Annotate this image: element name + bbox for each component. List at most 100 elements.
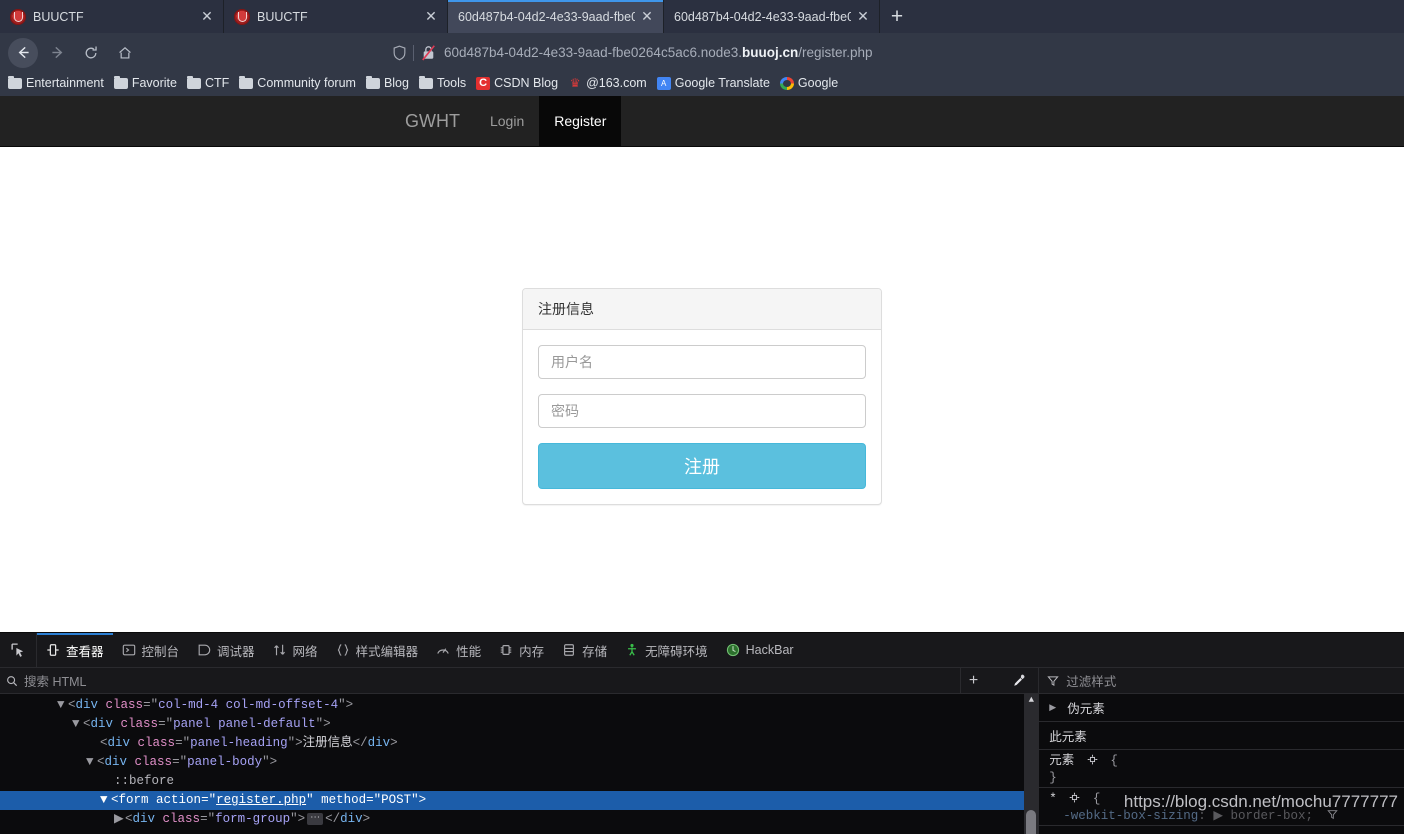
twisty-open-icon[interactable]: ▼ [57, 696, 68, 715]
twisty-closed-icon[interactable]: ▶ [114, 810, 125, 829]
twisty-open-icon[interactable]: ▼ [100, 791, 111, 810]
home-button[interactable] [110, 38, 140, 68]
tab-close-icon[interactable]: ✕ [855, 8, 871, 25]
bookmark-item[interactable]: Google [779, 76, 839, 90]
tab-title: BUUCTF [33, 9, 84, 24]
html-search-bar[interactable]: 搜索 HTML + [0, 668, 1039, 694]
css-value[interactable]: border-box; [1230, 809, 1313, 823]
devtools-tab-debugger[interactable]: 调试器 [188, 633, 264, 667]
dom-row-selected[interactable]: ▼ <form action="register.php" method="POS… [0, 791, 1039, 810]
dom-row-pseudo[interactable]: ::before [0, 772, 1038, 791]
forward-button[interactable] [42, 38, 72, 68]
devtools-tab-hackbar[interactable]: HackBar [717, 633, 803, 667]
devtools-tab-inspector[interactable]: 查看器 [37, 633, 113, 667]
add-node-button[interactable]: + [959, 668, 986, 693]
styles-filter-placeholder: 过滤样式 [1066, 675, 1117, 689]
bookmark-label: Google [797, 76, 839, 90]
style-editor-icon [337, 644, 348, 656]
bookmark-label: @163.com [586, 76, 647, 90]
dom-value: panel-heading [190, 736, 288, 750]
browser-tab[interactable]: BUUCTF ✕ [224, 0, 448, 33]
styles-pane: 过滤样式 ▶ 伪元素 此元素 元素 {} * { -webkit-box-siz… [1038, 668, 1404, 834]
this-element-row: 此元素 [1039, 722, 1404, 750]
tab-close-icon[interactable]: ✕ [199, 8, 215, 25]
folder-icon [8, 75, 22, 89]
site-brand[interactable]: GWHT [390, 96, 475, 146]
dom-row[interactable]: <div class="panel-heading">注册信息</div> [0, 734, 1038, 753]
lock-crossed-icon[interactable] [421, 44, 436, 61]
bookmark-item[interactable]: Entertainment [8, 75, 104, 90]
bookmark-label: CSDN Blog [494, 76, 559, 90]
bookmark-item[interactable]: A Google Translate [656, 76, 770, 90]
dom-value: col-md-4 col-md-offset-4 [158, 698, 339, 712]
bookmark-item[interactable]: C CSDN Blog [476, 76, 558, 90]
browser-navigation-bar: 60d487b4-04d2-4e33-9aad-fbe0264c5ac6.nod… [0, 33, 1404, 72]
buuctf-favicon-icon [10, 8, 26, 25]
dom-tag: div [132, 812, 156, 826]
back-button[interactable] [8, 37, 38, 68]
bookmark-item[interactable]: ♛ @163.com [568, 76, 647, 90]
scrollbar-thumb[interactable] [1026, 810, 1037, 834]
browser-tab-active[interactable]: 60d487b4-04d2-4e33-9aad-fbe0 ✕ [448, 0, 664, 33]
collapsed-children-icon[interactable]: ⋯ [307, 813, 324, 825]
dom-tree-scrollbar[interactable]: ▲ [1024, 694, 1039, 834]
network-icon [273, 644, 285, 656]
nav-link-register[interactable]: Register [539, 96, 622, 146]
universal-rule[interactable]: * { -webkit-box-sizing: ▶ border-box; [1039, 788, 1404, 826]
bookmark-item[interactable]: Favorite [113, 75, 177, 90]
dom-value[interactable]: register.php [216, 793, 306, 807]
element-picker-icon[interactable] [0, 633, 37, 667]
styles-filter-bar[interactable]: 过滤样式 [1039, 668, 1404, 694]
reload-button[interactable] [76, 38, 106, 68]
devtools-tab-memory[interactable]: 内存 [490, 633, 553, 667]
bookmark-label: Entertainment [26, 76, 104, 90]
hackbar-icon [726, 643, 739, 657]
password-input[interactable] [538, 394, 866, 428]
arrow-right-icon [51, 46, 62, 59]
folder-icon [418, 75, 433, 89]
browser-tab[interactable]: BUUCTF ✕ [0, 0, 224, 33]
funnel-icon[interactable] [1326, 809, 1338, 820]
browser-tab[interactable]: 60d487b4-04d2-4e33-9aad-fbe0 ✕ [664, 0, 880, 33]
performance-icon [437, 648, 449, 654]
eyedropper-icon[interactable] [1012, 668, 1026, 693]
devtools-tab-storage[interactable]: 存储 [553, 633, 616, 667]
devtools-tab-performance[interactable]: 性能 [427, 633, 490, 667]
register-submit-button[interactable]: 注册 [538, 443, 866, 489]
element-rule[interactable]: 元素 {} [1039, 750, 1404, 788]
dom-row[interactable]: ▼ <div class="col-md-4 col-md-offset-4"> [0, 696, 1038, 715]
twisty-open-icon[interactable]: ▼ [72, 715, 83, 734]
page-content: 注册信息 注册 [0, 147, 1404, 505]
dom-row[interactable]: ▼ <div class="panel panel-default"> [0, 715, 1038, 734]
dom-pseudo-text: ::before [114, 774, 175, 788]
dom-attr: action [156, 793, 202, 807]
dom-value-2: POST [381, 793, 412, 807]
address-bar[interactable]: 60d487b4-04d2-4e33-9aad-fbe0264c5ac6.nod… [152, 39, 1390, 66]
devtools-tab-style-editor[interactable]: 样式编辑器 [327, 633, 428, 667]
devtools-tab-console[interactable]: 控制台 [113, 633, 189, 667]
bookmark-item[interactable]: Community forum [239, 75, 356, 90]
devtools-tab-network[interactable]: 网络 [264, 633, 327, 667]
bookmark-label: Google Translate [674, 76, 770, 90]
dom-attr: class [162, 812, 201, 826]
tab-title: 60d487b4-04d2-4e33-9aad-fbe0 [458, 9, 635, 24]
pseudo-elements-row[interactable]: ▶ 伪元素 [1039, 694, 1404, 722]
bookmark-item[interactable]: Blog [365, 75, 409, 90]
shield-icon[interactable] [392, 45, 407, 61]
dom-row[interactable]: ▼ <div class="panel-body"> [0, 753, 1038, 772]
arrow-left-icon [18, 46, 29, 59]
tab-close-icon[interactable]: ✕ [423, 8, 439, 25]
new-tab-button[interactable]: + [880, 0, 914, 33]
css-property[interactable]: -webkit-box-sizing [1063, 809, 1198, 823]
username-input[interactable] [538, 345, 866, 379]
dom-row[interactable]: ▶<div class="form-group"> ⋯ </div> [0, 810, 1038, 829]
devtools-tab-accessibility[interactable]: 无障碍环境 [616, 633, 717, 667]
twisty-open-icon[interactable]: ▼ [86, 753, 97, 772]
twisty-closed-icon[interactable]: ▶ [1049, 702, 1060, 713]
nav-link-login[interactable]: Login [475, 96, 539, 146]
bookmark-item[interactable]: Tools [418, 75, 466, 90]
scroll-up-icon[interactable]: ▲ [1024, 694, 1038, 707]
tab-close-icon[interactable]: ✕ [639, 8, 655, 25]
bookmark-item[interactable]: CTF [186, 75, 229, 90]
dom-tree[interactable]: ▼ <div class="col-md-4 col-md-offset-4"> … [0, 694, 1039, 834]
